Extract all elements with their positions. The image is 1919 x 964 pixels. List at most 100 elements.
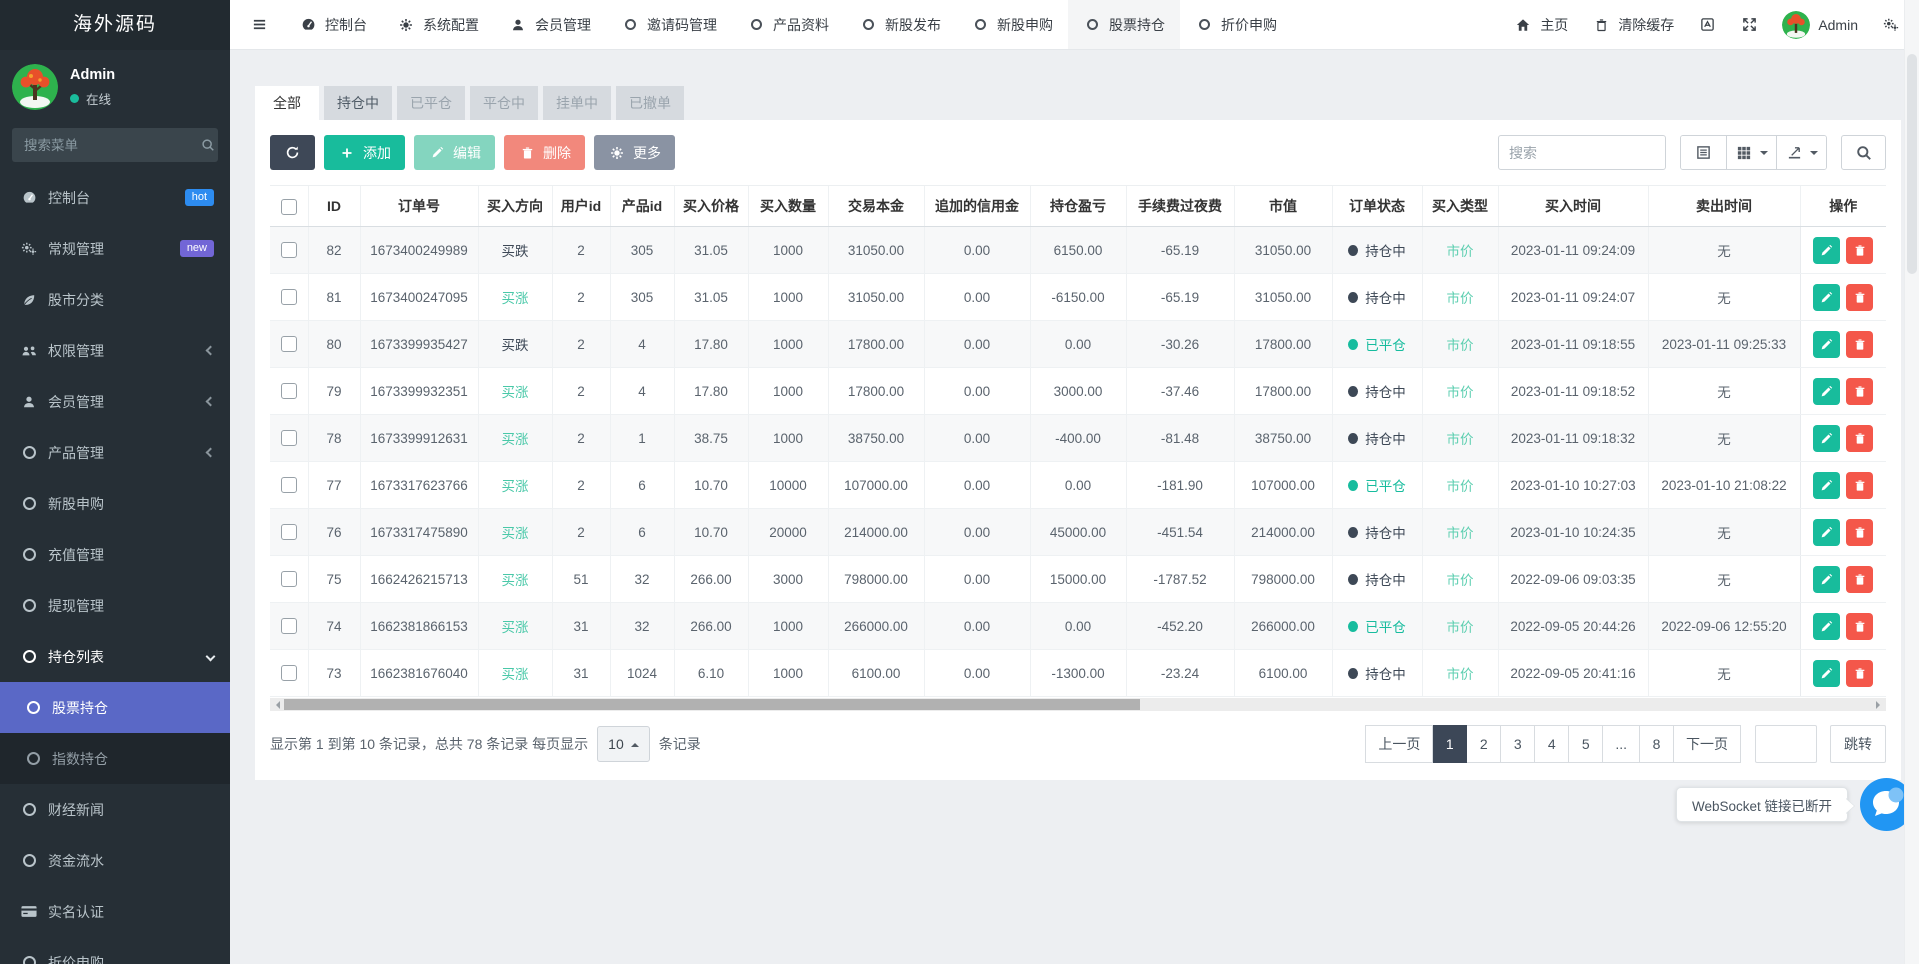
more-button[interactable]: 更多 — [594, 135, 675, 170]
row-edit-button[interactable] — [1813, 472, 1840, 499]
tab-3[interactable]: 平仓中 — [470, 86, 538, 120]
sidebar-search-input[interactable] — [24, 138, 201, 153]
row-checkbox[interactable] — [281, 524, 297, 540]
row-checkbox[interactable] — [281, 383, 297, 399]
nav-item-member-manage[interactable]: 会员管理 — [494, 0, 606, 49]
tab-4[interactable]: 挂单中 — [543, 86, 611, 120]
export-button[interactable] — [1776, 136, 1826, 169]
nav-item-ipo-subscribe[interactable]: 新股申购 — [956, 0, 1068, 49]
row-delete-button[interactable] — [1846, 660, 1873, 687]
row-edit-button[interactable] — [1813, 284, 1840, 311]
tab-2[interactable]: 已平仓 — [397, 86, 465, 120]
sidebar-item-fund-flow[interactable]: 资金流水 — [0, 835, 230, 886]
row-delete-button[interactable] — [1846, 378, 1873, 405]
tab-1[interactable]: 持仓中 — [324, 86, 392, 120]
search-submit-button[interactable] — [1841, 135, 1886, 170]
jump-page-input[interactable] — [1755, 725, 1817, 763]
sidebar-item-product-manage[interactable]: 产品管理 — [0, 427, 230, 478]
sidebar-item-permission-manage[interactable]: 权限管理 — [0, 325, 230, 376]
page-button-...[interactable]: ... — [1603, 725, 1640, 763]
row-checkbox[interactable] — [281, 336, 297, 352]
nav-item-invite-code[interactable]: 邀请码管理 — [606, 0, 732, 49]
sidebar-item-discount-subscribe[interactable]: 折价申购 — [0, 937, 230, 964]
row-delete-button[interactable] — [1846, 613, 1873, 640]
sidebar-item-dashboard[interactable]: 控制台hot — [0, 172, 230, 223]
row-edit-button[interactable] — [1813, 613, 1840, 640]
scroll-right-arrow-icon[interactable] — [1876, 701, 1884, 709]
row-checkbox[interactable] — [281, 289, 297, 305]
columns-button[interactable] — [1726, 136, 1776, 169]
language-button[interactable] — [1686, 0, 1728, 49]
sidebar-item-member-manage[interactable]: 会员管理 — [0, 376, 230, 427]
page-button-5[interactable]: 5 — [1569, 725, 1603, 763]
scrollbar-thumb[interactable] — [284, 699, 1140, 710]
nav-item-dashboard[interactable]: 控制台 — [284, 0, 382, 49]
row-edit-button[interactable] — [1813, 425, 1840, 452]
sidebar-toggle-button[interactable] — [234, 0, 284, 49]
sidebar-item-general-manage[interactable]: 常规管理new — [0, 223, 230, 274]
nav-item-ipo-publish[interactable]: 新股发布 — [844, 0, 956, 49]
refresh-button[interactable] — [270, 135, 315, 170]
add-button[interactable]: 添加 — [324, 135, 405, 170]
page-button-8[interactable]: 8 — [1640, 725, 1674, 763]
page-button-2[interactable]: 2 — [1467, 725, 1501, 763]
row-delete-button[interactable] — [1846, 284, 1873, 311]
row-checkbox[interactable] — [281, 477, 297, 493]
chevron-down-icon — [206, 652, 216, 662]
page-button-上一页[interactable]: 上一页 — [1365, 725, 1433, 763]
sidebar-item-withdraw-manage[interactable]: 提现管理 — [0, 580, 230, 631]
row-edit-button[interactable] — [1813, 660, 1840, 687]
profile-menu[interactable]: Admin — [1770, 0, 1870, 49]
row-edit-button[interactable] — [1813, 378, 1840, 405]
clear-cache-button[interactable]: 清除缓存 — [1580, 0, 1686, 49]
row-checkbox[interactable] — [281, 571, 297, 587]
page-size-select[interactable]: 10 — [597, 726, 650, 762]
select-all-checkbox[interactable] — [281, 199, 297, 215]
row-delete-button[interactable] — [1846, 425, 1873, 452]
row-delete-button[interactable] — [1846, 331, 1873, 358]
detail-view-button[interactable] — [1681, 136, 1726, 169]
row-edit-button[interactable] — [1813, 237, 1840, 264]
sidebar-item-ipo-subscribe[interactable]: 新股申购 — [0, 478, 230, 529]
row-delete-button[interactable] — [1846, 472, 1873, 499]
cell-market-value: 17800.00 — [1234, 368, 1332, 415]
row-edit-button[interactable] — [1813, 519, 1840, 546]
sidebar-item-market-category[interactable]: 股市分类 — [0, 274, 230, 325]
table-search-input[interactable] — [1498, 135, 1666, 170]
nav-item-system-config[interactable]: 系统配置 — [382, 0, 494, 49]
row-delete-button[interactable] — [1846, 519, 1873, 546]
browser-scrollbar[interactable] — [1904, 0, 1919, 964]
nav-item-stock-position[interactable]: 股票持仓 — [1068, 0, 1180, 49]
nav-item-product-info[interactable]: 产品资料 — [732, 0, 844, 49]
scroll-left-arrow-icon[interactable] — [272, 701, 280, 709]
row-edit-button[interactable] — [1813, 566, 1840, 593]
page-button-1[interactable]: 1 — [1433, 725, 1467, 763]
jump-button[interactable]: 跳转 — [1830, 725, 1886, 763]
page-button-下一页[interactable]: 下一页 — [1674, 725, 1741, 763]
edit-button[interactable]: 编辑 — [414, 135, 495, 170]
delete-button[interactable]: 删除 — [504, 135, 585, 170]
row-edit-button[interactable] — [1813, 331, 1840, 358]
sidebar-item-stock-position[interactable]: 股票持仓 — [0, 682, 230, 733]
row-checkbox[interactable] — [281, 618, 297, 634]
sidebar-item-recharge-manage[interactable]: 充值管理 — [0, 529, 230, 580]
sidebar-item-position-list[interactable]: 持仓列表 — [0, 631, 230, 682]
horizontal-scrollbar[interactable] — [270, 698, 1886, 711]
page-button-4[interactable]: 4 — [1535, 725, 1569, 763]
browser-scrollbar-thumb[interactable] — [1907, 54, 1917, 274]
row-checkbox[interactable] — [281, 242, 297, 258]
row-checkbox[interactable] — [281, 430, 297, 446]
user-avatar[interactable] — [12, 64, 58, 110]
row-delete-button[interactable] — [1846, 566, 1873, 593]
tab-0[interactable]: 全部 — [255, 86, 319, 120]
row-checkbox[interactable] — [281, 665, 297, 681]
sidebar-item-finance-news[interactable]: 财经新闻 — [0, 784, 230, 835]
home-button[interactable]: 主页 — [1502, 0, 1580, 49]
page-button-3[interactable]: 3 — [1501, 725, 1535, 763]
sidebar-item-index-position[interactable]: 指数持仓 — [0, 733, 230, 784]
nav-item-discount-subscribe[interactable]: 折价申购 — [1180, 0, 1292, 49]
row-delete-button[interactable] — [1846, 237, 1873, 264]
sidebar-item-realname-auth[interactable]: 实名认证 — [0, 886, 230, 937]
tab-5[interactable]: 已撤单 — [616, 86, 684, 120]
fullscreen-button[interactable] — [1728, 0, 1770, 49]
